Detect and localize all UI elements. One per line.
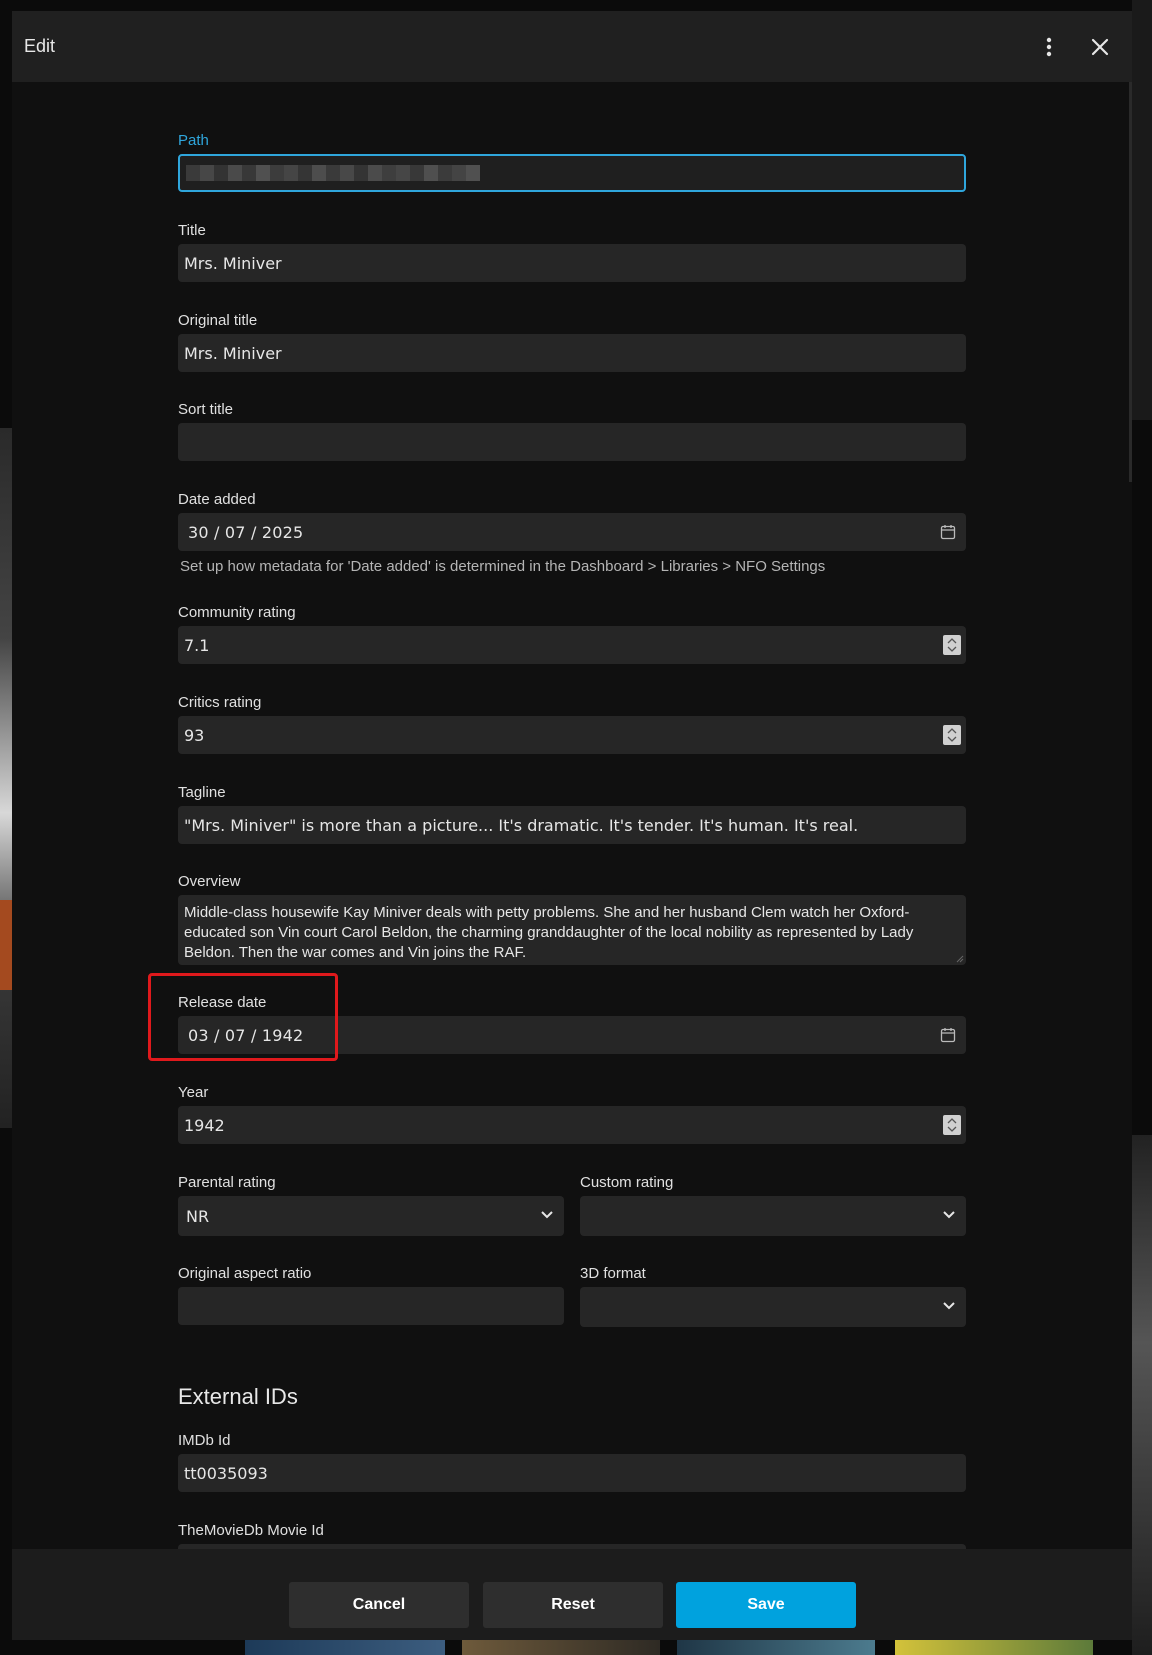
path-input[interactable] xyxy=(178,154,966,192)
overview-value: Middle-class housewife Kay Miniver deals… xyxy=(184,904,914,961)
tagline-input[interactable]: "Mrs. Miniver" is more than a picture...… xyxy=(178,806,966,844)
spinner-down-icon xyxy=(947,1126,957,1132)
release-date-value: 03 / 07 / 1942 xyxy=(188,1025,304,1045)
release-date-input[interactable]: 03 / 07 / 1942 xyxy=(178,1016,966,1054)
background-poster-bottom xyxy=(462,1640,660,1655)
overview-label: Overview xyxy=(178,873,241,890)
community-rating-label: Community rating xyxy=(178,604,296,621)
dialog-header: Edit xyxy=(12,11,1132,82)
parental-rating-select[interactable]: NR xyxy=(178,1196,564,1236)
background-poster-bottom xyxy=(895,1640,1093,1655)
title-label: Title xyxy=(178,222,206,239)
more-vertical-icon xyxy=(1046,37,1052,57)
tmdb-id-label: TheMovieDb Movie Id xyxy=(178,1522,324,1539)
dialog-form: Path Title Mrs. Miniver Original title M… xyxy=(178,82,966,1560)
overview-textarea[interactable]: Middle-class housewife Kay Miniver deals… xyxy=(178,895,966,965)
original-aspect-ratio-label: Original aspect ratio xyxy=(178,1265,312,1282)
chevron-down-icon xyxy=(943,1211,955,1219)
resize-handle-icon[interactable] xyxy=(956,955,964,963)
spinner-up-icon xyxy=(947,638,957,644)
community-rating-input[interactable]: 7.1 xyxy=(178,626,966,664)
spinner-down-icon xyxy=(947,646,957,652)
custom-rating-select[interactable] xyxy=(580,1196,966,1236)
calendar-icon[interactable] xyxy=(940,524,956,540)
chevron-down-icon xyxy=(541,1211,553,1219)
critics-rating-input[interactable]: 93 xyxy=(178,716,966,754)
edit-metadata-dialog: Edit Path Title Mrs. Miniver Original ti… xyxy=(12,11,1132,1640)
more-options-button[interactable] xyxy=(1033,31,1065,63)
close-button[interactable] xyxy=(1084,31,1116,63)
redacted-path-value xyxy=(186,165,480,181)
year-value: 1942 xyxy=(184,1115,225,1135)
year-label: Year xyxy=(178,1084,209,1101)
background-poster-bottom xyxy=(677,1640,875,1655)
external-ids-heading: External IDs xyxy=(178,1384,298,1409)
scrollbar-thumb[interactable] xyxy=(1129,82,1132,482)
format-3d-label: 3D format xyxy=(580,1265,646,1282)
path-label: Path xyxy=(178,132,209,149)
cancel-button[interactable]: Cancel xyxy=(289,1582,469,1628)
sort-title-label: Sort title xyxy=(178,401,234,418)
critics-rating-spinner[interactable] xyxy=(943,725,961,745)
background-poster-accent xyxy=(0,900,12,990)
background-poster-bottom xyxy=(245,1640,445,1655)
reset-button[interactable]: Reset xyxy=(483,1582,663,1628)
imdb-id-input[interactable]: tt0035093 xyxy=(178,1454,966,1492)
dialog-title: Edit xyxy=(24,36,56,56)
year-input[interactable]: 1942 xyxy=(178,1106,966,1144)
date-added-input[interactable]: 30 / 07 / 2025 xyxy=(178,513,966,551)
save-button[interactable]: Save xyxy=(676,1582,856,1628)
date-added-label: Date added xyxy=(178,491,256,508)
original-title-input[interactable]: Mrs. Miniver xyxy=(178,334,966,372)
custom-rating-label: Custom rating xyxy=(580,1174,674,1191)
date-added-helper-text: Set up how metadata for 'Date added' is … xyxy=(180,558,826,575)
release-date-label: Release date xyxy=(178,994,267,1011)
spinner-up-icon xyxy=(947,728,957,734)
format-3d-select[interactable] xyxy=(580,1287,966,1327)
year-spinner[interactable] xyxy=(943,1115,961,1135)
spinner-down-icon xyxy=(947,736,957,742)
original-aspect-ratio-input[interactable] xyxy=(178,1287,564,1325)
tagline-label: Tagline xyxy=(178,784,226,801)
critics-rating-value: 93 xyxy=(184,725,205,745)
community-rating-spinner[interactable] xyxy=(943,635,961,655)
background-poster-left xyxy=(0,428,12,1128)
sort-title-input[interactable] xyxy=(178,423,966,461)
parental-rating-label: Parental rating xyxy=(178,1174,276,1191)
background-poster-right xyxy=(1132,1135,1152,1655)
title-input[interactable]: Mrs. Miniver xyxy=(178,244,966,282)
background-panel-right xyxy=(1132,0,1152,420)
imdb-id-label: IMDb Id xyxy=(178,1432,231,1449)
calendar-icon[interactable] xyxy=(940,1027,956,1043)
critics-rating-label: Critics rating xyxy=(178,694,262,711)
chevron-down-icon xyxy=(943,1302,955,1310)
community-rating-value: 7.1 xyxy=(184,635,210,655)
parental-rating-value: NR xyxy=(186,1206,210,1226)
original-title-label: Original title xyxy=(178,312,258,329)
date-added-value: 30 / 07 / 2025 xyxy=(188,522,304,542)
close-icon xyxy=(1091,38,1109,56)
spinner-up-icon xyxy=(947,1118,957,1124)
dialog-footer: Cancel Reset Save xyxy=(12,1549,1132,1640)
